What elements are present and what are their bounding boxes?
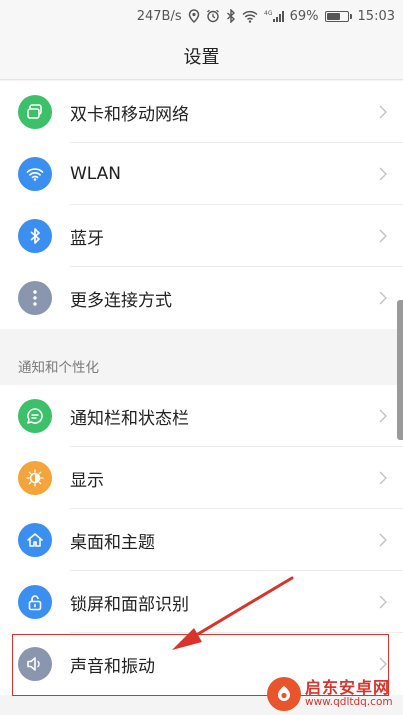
chevron-right-icon	[379, 409, 387, 423]
page-title: 设置	[0, 32, 403, 80]
alarm-icon	[206, 9, 220, 23]
home-icon	[18, 523, 52, 557]
scrollbar[interactable]	[397, 300, 403, 440]
watermark-title: 启东安卓网	[305, 678, 391, 698]
watermark: 启东安卓网 www.qdltdq.com	[267, 675, 399, 713]
setting-bluetooth[interactable]: 蓝牙	[0, 205, 403, 267]
chevron-right-icon	[379, 471, 387, 485]
setting-label: 显示	[70, 470, 104, 491]
setting-label: 锁屏和面部识别	[70, 594, 189, 615]
setting-label: 更多连接方式	[70, 290, 172, 311]
bluetooth-status-icon	[226, 9, 236, 23]
setting-lockscreen-face[interactable]: 锁屏和面部识别	[0, 571, 403, 633]
setting-label: 蓝牙	[70, 228, 104, 249]
dual-sim-icon	[18, 95, 52, 129]
setting-desktop-theme[interactable]: 桌面和主题	[0, 509, 403, 571]
net-speed: 247B/s	[136, 8, 182, 24]
watermark-url: www.qdltdq.com	[305, 695, 393, 708]
chevron-right-icon	[379, 229, 387, 243]
signal-label: 4G	[264, 10, 273, 17]
more-dots-icon	[18, 281, 52, 315]
setting-label: 双卡和移动网络	[70, 104, 189, 125]
wifi-icon	[18, 157, 52, 191]
chevron-right-icon	[379, 533, 387, 547]
setting-label: 桌面和主题	[70, 532, 155, 553]
setting-more-connections[interactable]: 更多连接方式	[0, 267, 403, 329]
chevron-right-icon	[379, 291, 387, 305]
connectivity-group: 双卡和移动网络 WLAN 蓝牙 更多连接方式	[0, 81, 403, 329]
chevron-right-icon	[379, 595, 387, 609]
battery-icon	[324, 10, 352, 22]
setting-wlan[interactable]: WLAN	[0, 143, 403, 205]
battery-percent: 69%	[289, 8, 319, 24]
setting-notification-status-bar[interactable]: 通知栏和状态栏	[0, 385, 403, 447]
signal-icon: 4G	[264, 9, 284, 23]
wifi-status-icon	[242, 10, 258, 23]
chevron-right-icon	[379, 105, 387, 119]
notification-icon	[18, 399, 52, 433]
setting-display[interactable]: 显示	[0, 447, 403, 509]
status-bar: 247B/s 4G 69% 15:03	[0, 0, 403, 32]
setting-label: 通知栏和状态栏	[70, 408, 189, 429]
watermark-logo-icon	[267, 677, 301, 711]
lock-icon	[18, 585, 52, 619]
setting-dual-sim[interactable]: 双卡和移动网络	[0, 81, 403, 143]
section-header: 通知和个性化	[0, 348, 403, 384]
clock: 15:03	[357, 8, 395, 24]
setting-label: WLAN	[70, 164, 122, 184]
bluetooth-icon	[18, 219, 52, 253]
location-icon	[188, 9, 200, 23]
chevron-right-icon	[379, 167, 387, 181]
display-icon	[18, 461, 52, 495]
